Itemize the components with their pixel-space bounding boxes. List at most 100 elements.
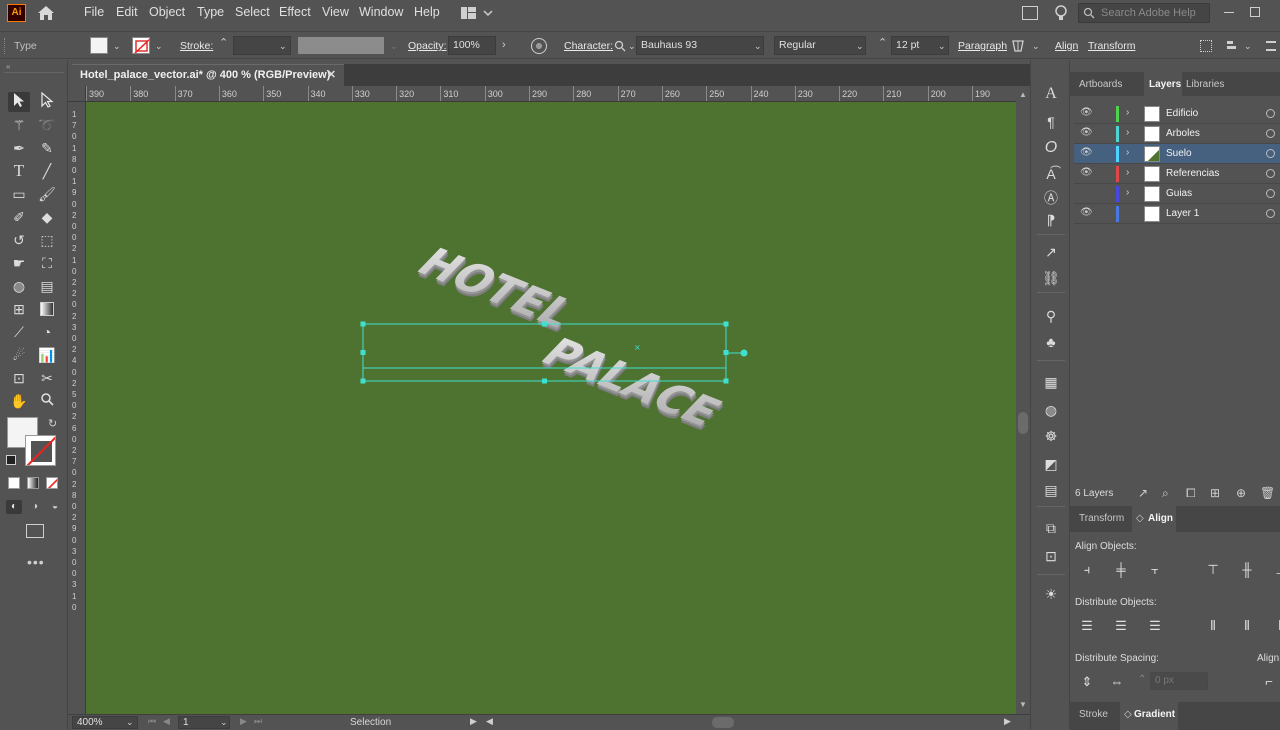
tab-stroke[interactable]: Stroke — [1079, 709, 1108, 720]
selection-tool-icon[interactable] — [8, 92, 30, 112]
layer-name[interactable]: Layer 1 — [1166, 208, 1199, 219]
font-size-stepper-icon[interactable]: ⌃ — [878, 36, 887, 49]
horizontal-distribute-space-icon[interactable]: ⇔ — [1108, 674, 1126, 690]
chevron-down-icon[interactable]: ⌄ — [1244, 41, 1252, 52]
character-panel-icon[interactable]: A — [1041, 84, 1061, 104]
tab-gradient[interactable]: Gradient — [1134, 709, 1175, 720]
tab-align[interactable]: Align — [1148, 513, 1173, 524]
scale-tool-icon[interactable]: ⬚ — [36, 230, 58, 250]
next-artboard-icon[interactable]: ▶ — [240, 716, 247, 727]
transform-link[interactable]: Transform — [1088, 40, 1135, 52]
scroll-down-icon[interactable]: ▼ — [1019, 700, 1027, 709]
type-tool-icon[interactable]: T — [8, 161, 30, 181]
panel-menu-icon[interactable] — [1266, 41, 1276, 51]
menu-object[interactable]: Object — [149, 5, 185, 19]
expand-arrow-icon[interactable]: › — [1126, 107, 1129, 118]
layer-name[interactable]: Arboles — [1166, 128, 1200, 139]
font-style-field[interactable]: Regular — [774, 36, 866, 55]
scroll-thumb[interactable] — [1018, 412, 1028, 434]
layer-row-referencias[interactable]: 👁 › Referencias — [1074, 164, 1280, 184]
tab-transform[interactable]: Transform — [1079, 513, 1124, 524]
menu-effect[interactable]: Effect — [279, 5, 311, 19]
eyedropper-tool-icon[interactable]: ⟋ — [8, 322, 30, 342]
chevron-down-icon[interactable]: ⌄ — [279, 41, 287, 52]
symbols-panel-icon[interactable]: ♣ — [1041, 332, 1061, 352]
chevron-down-icon[interactable]: ⌄ — [1032, 41, 1040, 52]
workspace-switcher-icon[interactable] — [460, 6, 494, 20]
tab-libraries[interactable]: Libraries — [1186, 79, 1224, 90]
character-label[interactable]: Character: — [564, 40, 613, 52]
arrange-icon[interactable] — [1226, 40, 1240, 52]
shaper-tool-icon[interactable]: ✐ — [8, 207, 30, 227]
slice-tool-icon[interactable]: ✂ — [36, 368, 58, 388]
visibility-eye-icon[interactable]: 👁 — [1080, 207, 1093, 218]
vertical-ruler[interactable]: 1701801902002102202302402502602702802903… — [68, 102, 86, 714]
scroll-up-icon[interactable]: ▲ — [1019, 90, 1027, 99]
rectangle-tool-icon[interactable]: ▭ — [8, 184, 30, 204]
draw-behind-icon[interactable]: ◑ — [28, 500, 42, 514]
close-tab-icon[interactable]: ✕ — [327, 65, 336, 85]
document-tab[interactable]: Hotel_palace_vector.ai* @ 400 % (RGB/Pre… — [72, 64, 344, 86]
swatches-panel-icon[interactable]: ▦ — [1041, 372, 1061, 392]
horizontal-scroll-thumb[interactable] — [712, 717, 734, 728]
paragraph-styles-icon[interactable]: ⁋ — [1041, 210, 1061, 230]
visibility-eye-icon[interactable]: 👁 — [1080, 147, 1093, 158]
layer-name[interactable]: Suelo — [1166, 148, 1192, 159]
brushes-panel-icon[interactable]: ⚲ — [1041, 306, 1061, 326]
distribute-right-icon[interactable]: ⫴ — [1272, 618, 1280, 634]
search-input[interactable]: Search Adobe Help — [1078, 3, 1210, 23]
line-segment-tool-icon[interactable]: ╱ — [36, 161, 58, 181]
layers-panel-icon[interactable]: ▤ — [1041, 480, 1061, 500]
new-layer-icon[interactable]: ⊕ — [1236, 486, 1246, 500]
panel-options-icon[interactable]: ◇ — [1136, 513, 1144, 524]
layer-target-icon[interactable] — [1266, 209, 1275, 218]
chevron-down-icon[interactable]: ⌄ — [856, 41, 864, 52]
expand-arrow-icon[interactable]: › — [1126, 167, 1129, 178]
spacing-stepper-icon[interactable]: ⌃ — [1138, 674, 1146, 685]
layer-target-icon[interactable] — [1266, 129, 1275, 138]
fill-swatch[interactable] — [90, 37, 108, 54]
magic-wand-tool-icon[interactable]: ⚚ — [8, 115, 30, 135]
visibility-eye-icon[interactable]: 👁 — [1080, 127, 1093, 138]
symbol-sprayer-tool-icon[interactable]: ☄ — [8, 345, 30, 365]
font-family-field[interactable]: Bauhaus 93 — [636, 36, 764, 55]
links-panel-icon[interactable]: ⛓ — [1041, 268, 1061, 288]
panel-options-icon[interactable]: ◇ — [1124, 709, 1132, 720]
layer-name[interactable]: Guias — [1166, 188, 1192, 199]
menu-view[interactable]: View — [322, 5, 349, 19]
align-bottom-icon[interactable]: ⊥ — [1272, 562, 1280, 578]
draw-normal-icon[interactable]: ◐ — [6, 500, 22, 514]
distribute-bottom-icon[interactable]: ☰ — [1146, 618, 1164, 634]
paragraph-label[interactable]: Paragraph — [958, 40, 1007, 52]
opentype-panel-icon[interactable]: O — [1041, 138, 1061, 158]
more-tools-icon[interactable]: ••• — [27, 554, 45, 570]
mesh-tool-icon[interactable]: ⊞ — [8, 299, 30, 319]
arrange-documents-icon[interactable] — [1022, 6, 1038, 20]
tab-artboards[interactable]: Artboards — [1079, 79, 1122, 90]
layer-row-suelo[interactable]: 👁 › Suelo — [1074, 144, 1280, 164]
chevron-down-icon[interactable]: ⌄ — [155, 41, 163, 52]
align-link[interactable]: Align — [1055, 40, 1078, 52]
chevron-down-icon[interactable]: ⌄ — [754, 41, 762, 52]
pathfinder-icon[interactable]: ⧉ — [1041, 518, 1061, 538]
stroke-color-box[interactable] — [25, 435, 56, 466]
curvature-tool-icon[interactable]: ✎ — [36, 138, 58, 158]
warp-tool-icon[interactable]: ☛ — [8, 253, 30, 273]
gradient-panel-icon[interactable]: ◩ — [1041, 454, 1061, 474]
layer-row-layer-1[interactable]: 👁 Layer 1 — [1074, 204, 1280, 224]
draw-inside-icon[interactable]: ◒ — [48, 500, 62, 514]
minimize-button[interactable] — [1224, 12, 1234, 13]
menu-type[interactable]: Type — [197, 5, 224, 19]
status-menu-icon[interactable]: ▶ — [470, 716, 477, 727]
menu-edit[interactable]: Edit — [116, 5, 138, 19]
hotel-3d-text[interactable]: HOTEL HOTEL HOTEL — [403, 240, 590, 341]
paintbrush-tool-icon[interactable]: 🖌 — [36, 184, 58, 204]
gradient-mode-button[interactable] — [27, 477, 39, 489]
menu-file[interactable]: File — [84, 5, 104, 19]
maximize-button[interactable] — [1250, 7, 1260, 17]
align-top-icon[interactable]: ⊤ — [1204, 562, 1222, 578]
layer-row-arboles[interactable]: 👁 › Arboles — [1074, 124, 1280, 144]
spacing-value-field[interactable]: 0 px — [1150, 672, 1208, 690]
glyphs-panel-icon[interactable]: Ⓐ — [1041, 188, 1061, 208]
variable-width-profile[interactable] — [298, 37, 384, 54]
